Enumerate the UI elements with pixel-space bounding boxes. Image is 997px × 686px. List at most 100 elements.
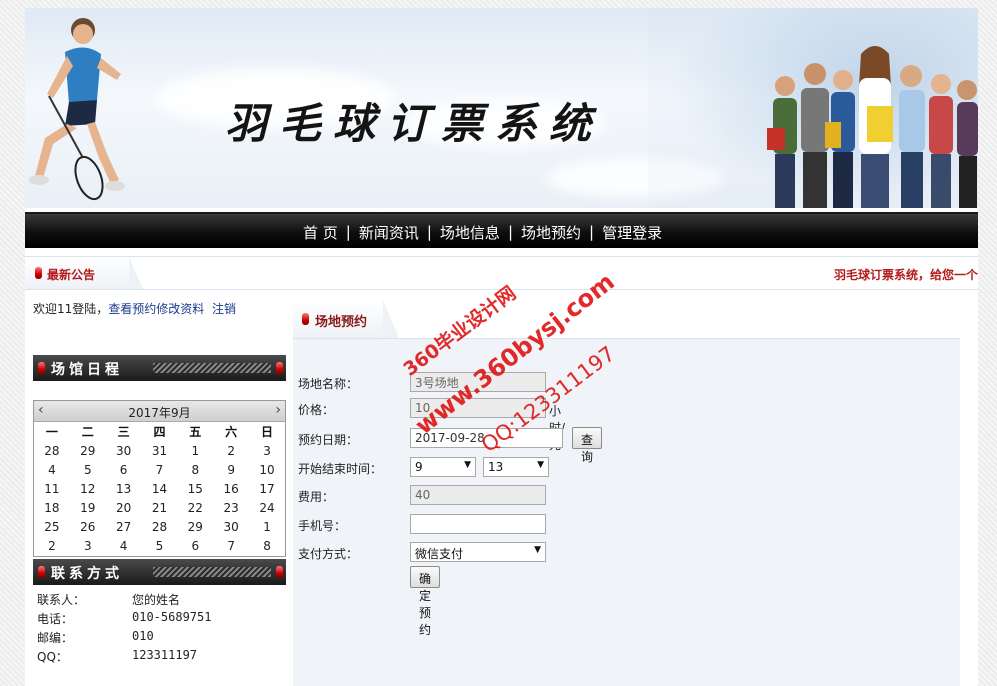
calendar-day[interactable]: 27 <box>106 517 142 536</box>
header-stripe <box>153 363 271 373</box>
contact-row: 联系人： 您的姓名 <box>37 591 277 610</box>
calendar-day[interactable]: 6 <box>177 536 213 555</box>
calendar-day[interactable]: 9 <box>213 460 249 479</box>
students-image <box>767 46 978 208</box>
calendar-day[interactable]: 14 <box>142 479 178 498</box>
calendar-day[interactable]: 11 <box>34 479 70 498</box>
calendar-day[interactable]: 2 <box>34 536 70 555</box>
calendar-day[interactable]: 28 <box>34 441 70 460</box>
calendar-day[interactable]: 16 <box>213 479 249 498</box>
schedule-title: 场馆日程 <box>51 362 123 378</box>
contact-header: 联系方式 <box>33 559 286 585</box>
payment-method-select[interactable]: 微信支付 ▼ <box>410 542 546 562</box>
calendar-day[interactable]: 4 <box>34 460 70 479</box>
calendar-day[interactable]: 1 <box>249 517 285 536</box>
time-range-label: 开始结束时间： <box>298 462 383 476</box>
nav-venue-info[interactable]: 场地信息 <box>432 222 508 243</box>
calendar-week-row: 18 19 20 21 22 23 24 <box>34 498 285 517</box>
calendar-day[interactable]: 26 <box>70 517 106 536</box>
notice-marquee: 羽毛球订票系统，给您一个 <box>833 268 978 282</box>
end-time-select[interactable]: 13 ▼ <box>483 457 549 477</box>
calendar-weekday-row: 一 二 三 四 五 六 日 <box>34 422 285 441</box>
calendar-header: ‹ 2017年9月 › <box>34 401 285 422</box>
calendar-day[interactable]: 3 <box>249 441 285 460</box>
badminton-player-image <box>29 18 125 201</box>
booking-panel-tab: 场地预约 <box>293 300 399 338</box>
calendar-day[interactable]: 30 <box>106 441 142 460</box>
calendar-grid: 一 二 三 四 五 六 日 28 29 30 31 1 2 3 4 5 6 7 8 9 10 11 12 1… <box>34 422 285 555</box>
contact-value: 010 <box>132 629 154 643</box>
confirm-booking-button[interactable]: 确定预约 <box>410 566 441 637</box>
calendar-day[interactable]: 17 <box>249 479 285 498</box>
calendar-day[interactable]: 24 <box>249 498 285 517</box>
payment-method-value: 微信支付 <box>415 547 464 561</box>
calendar-day[interactable]: 3 <box>70 536 106 555</box>
page: 羽毛球订票系统 首 页 | 新闻资讯 | 场地信息 | 场地预约 | 管理登录 … <box>25 8 978 686</box>
weekday-label: 一 <box>45 425 58 439</box>
notice-tab: 最新公告 <box>25 257 143 289</box>
calendar-day[interactable]: 7 <box>142 460 178 479</box>
welcome-line: 欢迎11登陆，查看预约修改资料 注销 <box>33 300 236 317</box>
calendar-day[interactable]: 29 <box>70 441 106 460</box>
calendar-day[interactable]: 28 <box>142 517 178 536</box>
calendar-day[interactable]: 10 <box>249 460 285 479</box>
calendar-day[interactable]: 13 <box>106 479 142 498</box>
calendar-day[interactable]: 2 <box>213 441 249 460</box>
notice-title: 最新公告 <box>47 268 96 282</box>
start-time-select[interactable]: 9 ▼ <box>410 457 476 477</box>
dropdown-arrow-icon: ▼ <box>534 545 541 555</box>
banner: 羽毛球订票系统 <box>25 8 978 208</box>
payment-method-label: 支付方式： <box>298 547 359 561</box>
booking-panel-header: 场地预约 <box>293 300 960 339</box>
calendar-day[interactable]: 6 <box>106 460 142 479</box>
nav-venue-booking[interactable]: 场地预约 <box>513 222 589 243</box>
calendar-day[interactable]: 29 <box>177 517 213 536</box>
calendar-day[interactable]: 31 <box>142 441 178 460</box>
end-time-value: 13 <box>488 460 504 474</box>
nav-news[interactable]: 新闻资讯 <box>351 222 427 243</box>
calendar-day[interactable]: 1 <box>177 441 213 460</box>
contact-value: 010-5689751 <box>132 610 212 624</box>
bullet-icon <box>276 566 283 578</box>
booking-panel: 场地预约 场地名称： 价格： 小时/元 预约日期： 查询 开始结束时间： 9▼ … <box>293 300 960 686</box>
query-button[interactable]: 查询 <box>572 427 603 464</box>
calendar-day[interactable]: 8 <box>249 536 285 555</box>
logout-link[interactable]: 注销 <box>212 302 236 316</box>
schedule-header: 场馆日程 <box>33 355 286 381</box>
phone-label: 手机号： <box>298 519 347 533</box>
calendar-day[interactable]: 19 <box>70 498 106 517</box>
contact-row: QQ： 123311197 <box>37 648 277 667</box>
contact-label: 邮编： <box>37 631 74 645</box>
fee-label: 费用： <box>298 490 335 504</box>
venue-name-label: 场地名称： <box>298 377 359 391</box>
bullet-icon <box>276 362 283 374</box>
calendar-day[interactable]: 15 <box>177 479 213 498</box>
nav-admin-login[interactable]: 管理登录 <box>594 222 670 243</box>
calendar-day[interactable]: 5 <box>142 536 178 555</box>
calendar-week-row: 25 26 27 28 29 30 1 <box>34 517 285 536</box>
calendar-day[interactable]: 18 <box>34 498 70 517</box>
contact-label: 联系人： <box>37 593 86 607</box>
calendar-day[interactable]: 12 <box>70 479 106 498</box>
fee-field[interactable] <box>410 485 546 505</box>
calendar-week-row: 4 5 6 7 8 9 10 <box>34 460 285 479</box>
calendar-day[interactable]: 30 <box>213 517 249 536</box>
nav-home[interactable]: 首 页 <box>295 222 346 243</box>
calendar-day[interactable]: 20 <box>106 498 142 517</box>
contact-row: 邮编： 010 <box>37 629 277 648</box>
view-booking-link[interactable]: 查看预约修改资料 <box>108 302 204 316</box>
calendar-day[interactable]: 8 <box>177 460 213 479</box>
calendar-day[interactable]: 21 <box>142 498 178 517</box>
calendar-next-icon[interactable]: › <box>275 402 281 418</box>
contact-info: 联系人： 您的姓名 电话： 010-5689751 邮编： 010 QQ： 123311… <box>37 591 277 667</box>
calendar-day[interactable]: 25 <box>34 517 70 536</box>
calendar-day[interactable]: 5 <box>70 460 106 479</box>
phone-field[interactable] <box>410 514 546 534</box>
calendar-day[interactable]: 7 <box>213 536 249 555</box>
calendar-day[interactable]: 22 <box>177 498 213 517</box>
banner-title: 羽毛球订票系统 <box>225 99 604 148</box>
calendar-day[interactable]: 23 <box>213 498 249 517</box>
weekday-label: 六 <box>225 425 238 439</box>
calendar-day[interactable]: 4 <box>106 536 142 555</box>
start-time-value: 9 <box>415 460 423 474</box>
